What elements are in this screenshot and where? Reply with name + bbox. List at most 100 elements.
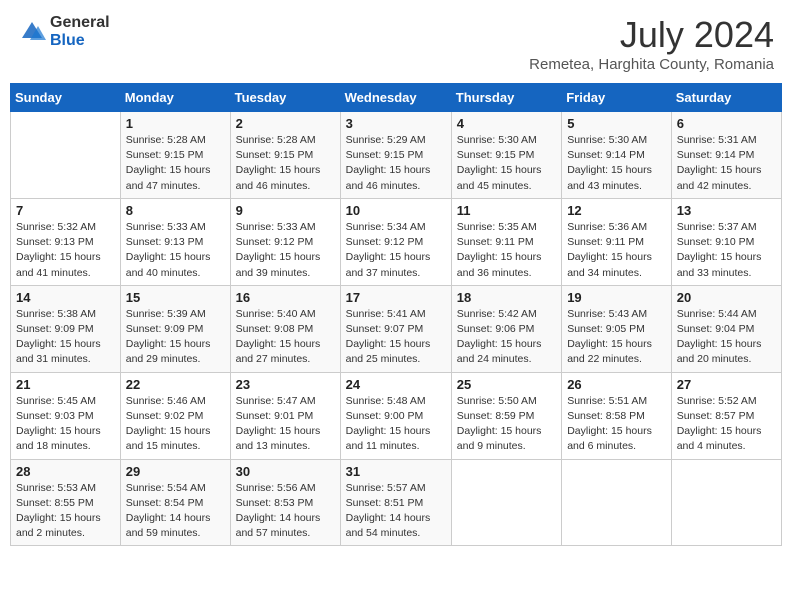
day-cell: 9Sunrise: 5:33 AM Sunset: 9:12 PM Daylig… bbox=[230, 198, 340, 285]
day-number: 2 bbox=[236, 116, 335, 131]
location-title: Remetea, Harghita County, Romania bbox=[529, 56, 774, 73]
day-cell: 24 Sunrise: 5:48 AM Sunset: 9:00 PM Dayli… bbox=[340, 372, 451, 459]
day-number: 1 bbox=[126, 116, 225, 131]
day-cell: 10Sunrise: 5:34 AM Sunset: 9:12 PM Dayli… bbox=[340, 198, 451, 285]
week-row-4: 21 Sunrise: 5:45 AM Sunset: 9:03 PM Dayli… bbox=[11, 372, 782, 459]
day-cell: 15Sunrise: 5:39 AM Sunset: 9:09 PM Dayli… bbox=[120, 285, 230, 372]
day-number: 27 bbox=[677, 377, 776, 392]
day-info: Sunrise: 5:48 AM Sunset: 9:00 PM Dayligh… bbox=[346, 394, 446, 455]
day-cell: 29 Sunrise: 5:54 AM Sunset: 8:54 PM Dayli… bbox=[120, 459, 230, 546]
day-number: 18 bbox=[457, 290, 556, 305]
day-cell: 25 Sunrise: 5:50 AM Sunset: 8:59 PM Dayli… bbox=[451, 372, 561, 459]
day-cell: 27 Sunrise: 5:52 AM Sunset: 8:57 PM Dayli… bbox=[671, 372, 781, 459]
day-cell: 14 Sunrise: 5:38 AM Sunset: 9:09 PM Dayli… bbox=[11, 285, 121, 372]
day-info: Sunrise: 5:51 AM Sunset: 8:58 PM Dayligh… bbox=[567, 394, 666, 455]
day-cell: 28 Sunrise: 5:53 AM Sunset: 8:55 PM Dayli… bbox=[11, 459, 121, 546]
day-number: 11 bbox=[457, 203, 556, 218]
day-number: 31 bbox=[346, 464, 446, 479]
day-cell: 1 Sunrise: 5:28 AM Sunset: 9:15 PM Daylig… bbox=[120, 112, 230, 199]
week-row-3: 14 Sunrise: 5:38 AM Sunset: 9:09 PM Dayli… bbox=[11, 285, 782, 372]
day-info: Sunrise: 5:41 AM Sunset: 9:07 PM Dayligh… bbox=[346, 307, 446, 368]
day-cell: 26 Sunrise: 5:51 AM Sunset: 8:58 PM Dayli… bbox=[562, 372, 672, 459]
day-info: Sunrise: 5:46 AM Sunset: 9:02 PM Dayligh… bbox=[126, 394, 225, 455]
day-info: Sunrise: 5:29 AM Sunset: 9:15 PM Dayligh… bbox=[346, 133, 446, 194]
calendar-table: SundayMondayTuesdayWednesdayThursdayFrid… bbox=[10, 83, 782, 546]
day-number: 19 bbox=[567, 290, 666, 305]
day-number: 4 bbox=[457, 116, 556, 131]
day-info: Sunrise: 5:30 AM Sunset: 9:15 PM Dayligh… bbox=[457, 133, 556, 194]
day-cell: 16Sunrise: 5:40 AM Sunset: 9:08 PM Dayli… bbox=[230, 285, 340, 372]
day-number: 30 bbox=[236, 464, 335, 479]
day-number: 13 bbox=[677, 203, 776, 218]
day-number: 25 bbox=[457, 377, 556, 392]
day-number: 12 bbox=[567, 203, 666, 218]
header: General Blue July 2024 Remetea, Harghita… bbox=[10, 10, 782, 77]
weekday-header-wednesday: Wednesday bbox=[340, 84, 451, 112]
day-info: Sunrise: 5:44 AM Sunset: 9:04 PM Dayligh… bbox=[677, 307, 776, 368]
day-cell: 6Sunrise: 5:31 AM Sunset: 9:14 PM Daylig… bbox=[671, 112, 781, 199]
title-area: July 2024 Remetea, Harghita County, Roma… bbox=[529, 14, 774, 73]
day-cell: 18Sunrise: 5:42 AM Sunset: 9:06 PM Dayli… bbox=[451, 285, 561, 372]
day-cell: 11 Sunrise: 5:35 AM Sunset: 9:11 PM Dayli… bbox=[451, 198, 561, 285]
day-info: Sunrise: 5:37 AM Sunset: 9:10 PM Dayligh… bbox=[677, 220, 776, 281]
day-info: Sunrise: 5:47 AM Sunset: 9:01 PM Dayligh… bbox=[236, 394, 335, 455]
weekday-header-saturday: Saturday bbox=[671, 84, 781, 112]
day-cell: 20 Sunrise: 5:44 AM Sunset: 9:04 PM Dayli… bbox=[671, 285, 781, 372]
weekday-header-sunday: Sunday bbox=[11, 84, 121, 112]
day-info: Sunrise: 5:31 AM Sunset: 9:14 PM Dayligh… bbox=[677, 133, 776, 194]
day-cell: 4 Sunrise: 5:30 AM Sunset: 9:15 PM Daylig… bbox=[451, 112, 561, 199]
day-info: Sunrise: 5:57 AM Sunset: 8:51 PM Dayligh… bbox=[346, 481, 446, 542]
weekday-header-row: SundayMondayTuesdayWednesdayThursdayFrid… bbox=[11, 84, 782, 112]
day-cell: 17 Sunrise: 5:41 AM Sunset: 9:07 PM Dayli… bbox=[340, 285, 451, 372]
day-number: 8 bbox=[126, 203, 225, 218]
logo-general-text: General bbox=[50, 14, 110, 32]
weekday-header-thursday: Thursday bbox=[451, 84, 561, 112]
day-info: Sunrise: 5:28 AM Sunset: 9:15 PM Dayligh… bbox=[126, 133, 225, 194]
day-number: 9 bbox=[236, 203, 335, 218]
day-number: 15 bbox=[126, 290, 225, 305]
day-cell: 8 Sunrise: 5:33 AM Sunset: 9:13 PM Daylig… bbox=[120, 198, 230, 285]
day-cell: 31 Sunrise: 5:57 AM Sunset: 8:51 PM Dayli… bbox=[340, 459, 451, 546]
day-cell: 19 Sunrise: 5:43 AM Sunset: 9:05 PM Dayli… bbox=[562, 285, 672, 372]
day-number: 14 bbox=[16, 290, 115, 305]
day-info: Sunrise: 5:52 AM Sunset: 8:57 PM Dayligh… bbox=[677, 394, 776, 455]
logo-blue-text: Blue bbox=[50, 32, 110, 50]
day-number: 28 bbox=[16, 464, 115, 479]
day-info: Sunrise: 5:54 AM Sunset: 8:54 PM Dayligh… bbox=[126, 481, 225, 542]
day-number: 5 bbox=[567, 116, 666, 131]
day-info: Sunrise: 5:40 AM Sunset: 9:08 PM Dayligh… bbox=[236, 307, 335, 368]
day-number: 29 bbox=[126, 464, 225, 479]
logo: General Blue bbox=[18, 14, 110, 49]
day-cell: 23 Sunrise: 5:47 AM Sunset: 9:01 PM Dayli… bbox=[230, 372, 340, 459]
week-row-5: 28 Sunrise: 5:53 AM Sunset: 8:55 PM Dayli… bbox=[11, 459, 782, 546]
day-number: 21 bbox=[16, 377, 115, 392]
day-cell bbox=[11, 112, 121, 199]
day-cell: 2Sunrise: 5:28 AM Sunset: 9:15 PM Daylig… bbox=[230, 112, 340, 199]
day-number: 24 bbox=[346, 377, 446, 392]
day-info: Sunrise: 5:53 AM Sunset: 8:55 PM Dayligh… bbox=[16, 481, 115, 542]
day-info: Sunrise: 5:35 AM Sunset: 9:11 PM Dayligh… bbox=[457, 220, 556, 281]
day-info: Sunrise: 5:32 AM Sunset: 9:13 PM Dayligh… bbox=[16, 220, 115, 281]
day-number: 23 bbox=[236, 377, 335, 392]
day-info: Sunrise: 5:36 AM Sunset: 9:11 PM Dayligh… bbox=[567, 220, 666, 281]
day-cell bbox=[671, 459, 781, 546]
day-number: 20 bbox=[677, 290, 776, 305]
month-title: July 2024 bbox=[529, 14, 774, 56]
weekday-header-monday: Monday bbox=[120, 84, 230, 112]
day-info: Sunrise: 5:34 AM Sunset: 9:12 PM Dayligh… bbox=[346, 220, 446, 281]
day-cell: 5Sunrise: 5:30 AM Sunset: 9:14 PM Daylig… bbox=[562, 112, 672, 199]
day-number: 22 bbox=[126, 377, 225, 392]
day-number: 7 bbox=[16, 203, 115, 218]
day-info: Sunrise: 5:50 AM Sunset: 8:59 PM Dayligh… bbox=[457, 394, 556, 455]
day-info: Sunrise: 5:43 AM Sunset: 9:05 PM Dayligh… bbox=[567, 307, 666, 368]
day-number: 26 bbox=[567, 377, 666, 392]
day-info: Sunrise: 5:38 AM Sunset: 9:09 PM Dayligh… bbox=[16, 307, 115, 368]
day-cell bbox=[562, 459, 672, 546]
week-row-1: 1 Sunrise: 5:28 AM Sunset: 9:15 PM Daylig… bbox=[11, 112, 782, 199]
day-number: 3 bbox=[346, 116, 446, 131]
day-number: 17 bbox=[346, 290, 446, 305]
day-info: Sunrise: 5:33 AM Sunset: 9:13 PM Dayligh… bbox=[126, 220, 225, 281]
day-info: Sunrise: 5:56 AM Sunset: 8:53 PM Dayligh… bbox=[236, 481, 335, 542]
weekday-header-tuesday: Tuesday bbox=[230, 84, 340, 112]
day-info: Sunrise: 5:45 AM Sunset: 9:03 PM Dayligh… bbox=[16, 394, 115, 455]
